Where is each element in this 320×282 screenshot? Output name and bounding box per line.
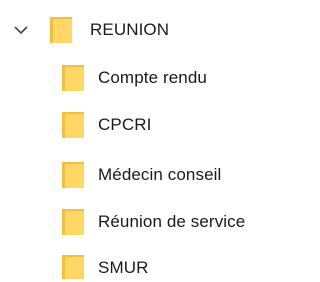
tree-item-label: Réunion de service (98, 212, 246, 231)
chevron-down-icon[interactable] (6, 15, 36, 45)
folder-icon (60, 63, 86, 93)
folder-tree: REUNION Compte rendu CPCRI Médecin conse… (0, 0, 305, 282)
tree-item-label: SMUR (98, 258, 149, 277)
tree-item-label: CPCRI (98, 115, 152, 134)
tree-item-label: Médecin conseil (98, 165, 222, 184)
folder-icon (60, 207, 86, 237)
folder-icon (48, 15, 74, 45)
folder-icon (60, 253, 86, 279)
folder-icon (60, 160, 86, 190)
tree-item-label: REUNION (90, 20, 170, 39)
tree-item-label: Compte rendu (98, 68, 207, 87)
tree-item-medecin-conseil[interactable]: Médecin conseil (60, 155, 221, 195)
tree-item-reunion[interactable]: REUNION (6, 10, 169, 50)
tree-item-reunion-de-service[interactable]: Réunion de service (60, 202, 245, 242)
tree-item-smur[interactable]: SMUR (60, 249, 148, 279)
folder-icon (60, 110, 86, 140)
tree-item-cpcri[interactable]: CPCRI (60, 105, 151, 145)
tree-item-compte-rendu[interactable]: Compte rendu (60, 58, 207, 98)
